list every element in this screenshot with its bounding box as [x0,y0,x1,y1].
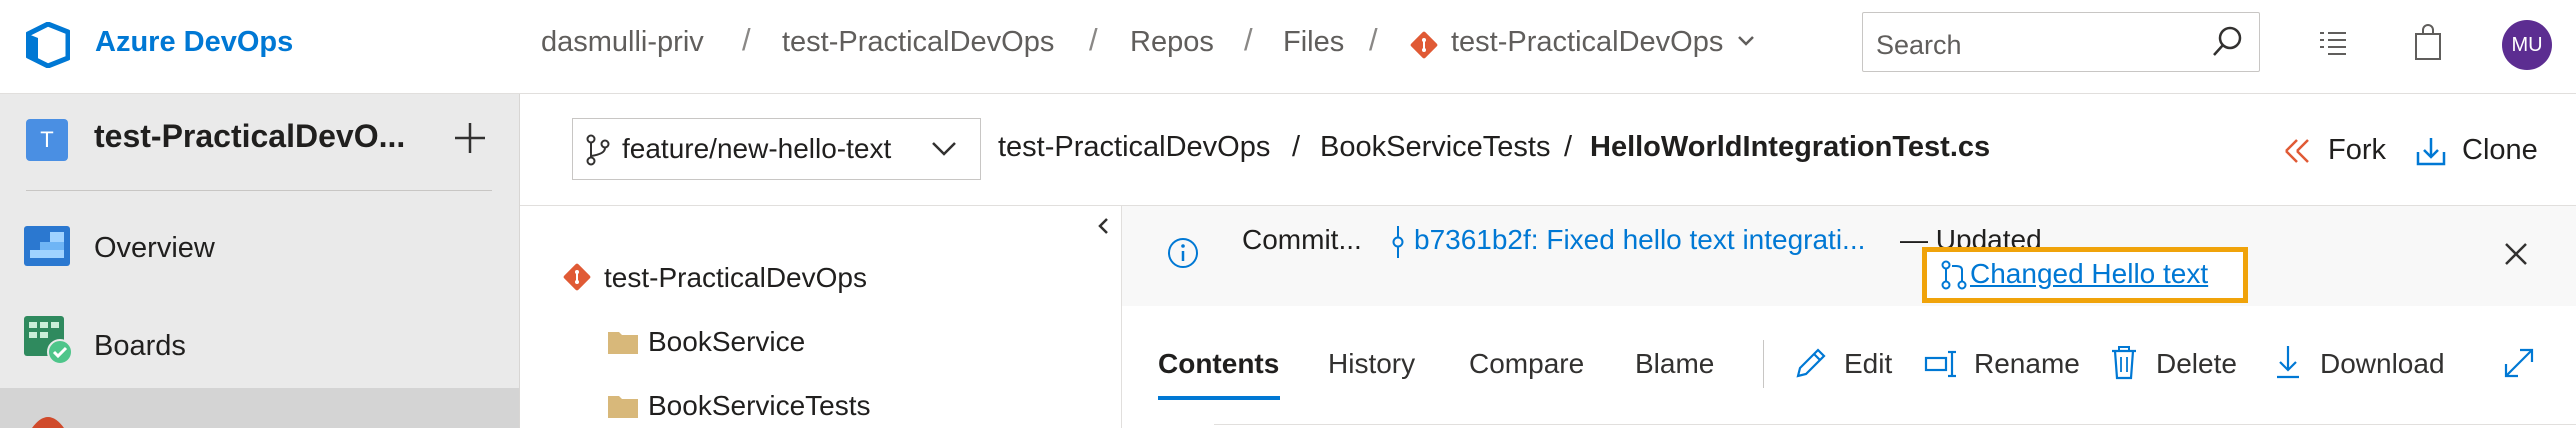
path-segment-folder[interactable]: BookServiceTests [1320,131,1551,164]
file-tree-pane: test-PracticalDevOps BookService BookSer… [520,205,1122,429]
git-repo-icon [562,262,592,292]
info-icon [1166,236,1200,270]
avatar[interactable]: MU [2502,20,2552,70]
top-bar: Azure DevOps dasmulli-priv / test-Practi… [0,0,2576,94]
breadcrumb-separator: / [1089,22,1098,57]
commit-label: Commit... [1242,224,1362,255]
tree-item-folder[interactable]: BookServiceTests [648,390,871,422]
search-placeholder: Search [1876,30,1962,60]
breadcrumb-repos[interactable]: Repos [1130,26,1214,59]
clone-icon [2414,134,2448,168]
fork-button[interactable]: Fork [2328,134,2386,167]
sidebar-divider [26,190,492,191]
overview-icon [24,222,70,266]
tree-item-folder[interactable]: BookService [648,326,805,358]
close-icon[interactable] [2502,240,2530,268]
tab-history[interactable]: History [1328,348,1415,380]
project-avatar[interactable]: T [26,119,68,161]
work-items-list-icon[interactable] [2316,28,2350,58]
project-name[interactable]: test-PracticalDevO... [94,118,405,155]
download-icon [2274,344,2302,380]
toolbar-divider [1763,340,1764,388]
sidebar-item-selected-bg [0,388,519,428]
delete-trash-icon [2110,344,2138,380]
tree-item-root[interactable]: test-PracticalDevOps [604,262,867,294]
edit-button[interactable]: Edit [1844,348,1892,380]
path-separator: / [1564,131,1573,163]
active-tab-indicator [1158,396,1280,400]
sidebar-item-overview[interactable]: Overview [94,232,215,265]
marketplace-bag-icon[interactable] [2412,24,2444,62]
sidebar: T test-PracticalDevO... Overview Boards [0,94,520,428]
sidebar-item-boards[interactable]: Boards [94,330,186,363]
clone-button[interactable]: Clone [2462,134,2538,167]
file-content-area [1214,424,2576,429]
edit-pencil-icon [1794,346,1828,380]
pull-request-link[interactable]: Changed Hello text [1970,258,2208,290]
pull-request-icon [1940,260,1968,290]
delete-button[interactable]: Delete [2156,348,2237,380]
path-separator: / [1292,131,1301,163]
fullscreen-expand-icon[interactable] [2502,346,2536,380]
rename-icon [1924,350,1960,378]
commit-icon [1390,226,1406,258]
git-repo-icon [1409,30,1439,60]
breadcrumb-repository[interactable]: test-PracticalDevOps [1451,26,1723,59]
repos-icon[interactable] [26,412,70,428]
fork-icon [2282,136,2316,166]
breadcrumb-project[interactable]: test-PracticalDevOps [782,26,1054,59]
tab-compare[interactable]: Compare [1469,348,1584,380]
boards-icon [24,316,72,364]
folder-icon [608,394,638,418]
download-button[interactable]: Download [2320,348,2445,380]
tab-blame[interactable]: Blame [1635,348,1714,380]
chevron-down-icon[interactable] [1736,34,1756,48]
breadcrumb-separator: / [1369,22,1378,57]
commit-link[interactable]: b7361b2f: Fixed hello text integrati... [1414,224,1865,256]
collapse-chevron-icon[interactable] [1096,216,1110,236]
breadcrumb-organization[interactable]: dasmulli-priv [541,26,704,59]
branch-icon [584,134,612,166]
search-icon[interactable] [2210,24,2246,60]
breadcrumb-files[interactable]: Files [1283,26,1344,59]
tab-contents[interactable]: Contents [1158,348,1279,380]
breadcrumb-separator: / [1244,22,1253,57]
folder-icon [608,330,638,354]
azure-devops-logo-icon[interactable] [26,22,70,68]
brand-name[interactable]: Azure DevOps [95,26,293,59]
path-segment-repo[interactable]: test-PracticalDevOps [998,131,1270,164]
chevron-down-icon[interactable] [930,140,958,158]
breadcrumb-separator: / [742,22,751,57]
path-segment-file: HelloWorldIntegrationTest.cs [1590,131,1991,163]
add-icon[interactable] [452,120,488,156]
branch-name: feature/new-hello-text [622,133,892,164]
rename-button[interactable]: Rename [1974,348,2080,380]
